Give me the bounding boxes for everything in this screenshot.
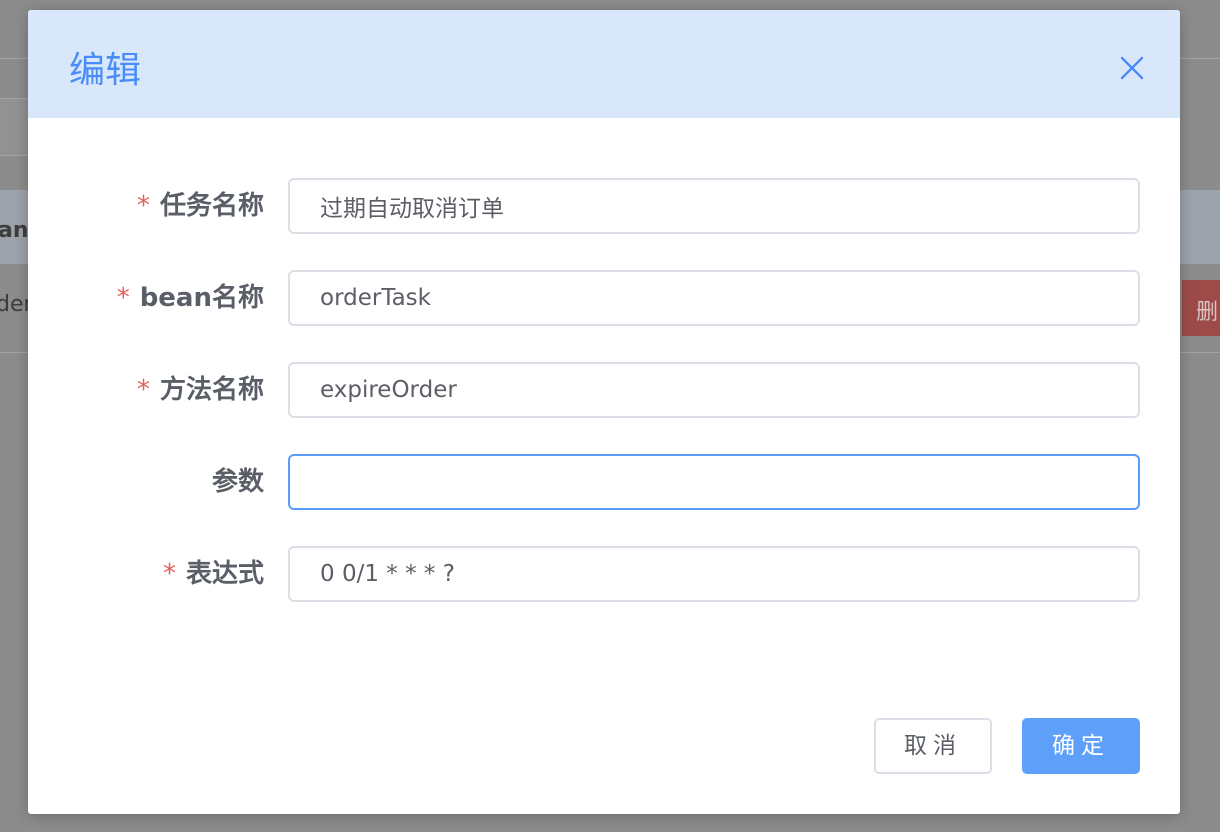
required-mark: * [116,283,130,313]
form-row-bean-name: * bean名称 [28,270,1180,326]
dialog-header: 编辑 [28,10,1180,118]
method-name-label-text: 方法名称 [159,375,264,405]
form-row-task-name: * 任务名称 [28,178,1180,234]
confirm-button[interactable]: 确定 [1022,718,1140,774]
form-row-params: 参数 [28,454,1180,510]
background-delete-button: 删 [1182,280,1220,336]
edit-dialog: 编辑 * 任务名称 * bean名称 * 方法名称 参数 * 表达式 取消 确定 [28,10,1180,814]
task-name-label: * 任务名称 [137,178,264,234]
dialog-title: 编辑 [69,50,142,91]
close-icon [1120,56,1144,80]
required-mark: * [136,375,150,405]
bean-name-input[interactable] [288,270,1140,326]
required-mark: * [162,559,176,589]
cron-expression-label: * 表达式 [163,546,264,602]
method-name-label: * 方法名称 [137,362,264,418]
params-input[interactable] [288,454,1140,510]
form-row-cron-expression: * 表达式 [28,546,1180,602]
cancel-button[interactable]: 取消 [874,718,992,774]
bean-name-label: * bean名称 [117,270,264,326]
cron-expression-input[interactable] [288,546,1140,602]
method-name-input[interactable] [288,362,1140,418]
background-input [0,98,29,156]
close-button[interactable] [1118,54,1146,82]
bean-name-label-text: bean名称 [139,283,264,313]
form-row-method-name: * 方法名称 [28,362,1180,418]
cron-expression-label-text: 表达式 [185,559,264,589]
task-name-input[interactable] [288,178,1140,234]
params-label: 参数 [211,467,264,497]
required-mark: * [136,191,150,221]
background-delete-label: 删 [1196,300,1219,325]
task-name-label-text: 任务名称 [159,191,264,221]
